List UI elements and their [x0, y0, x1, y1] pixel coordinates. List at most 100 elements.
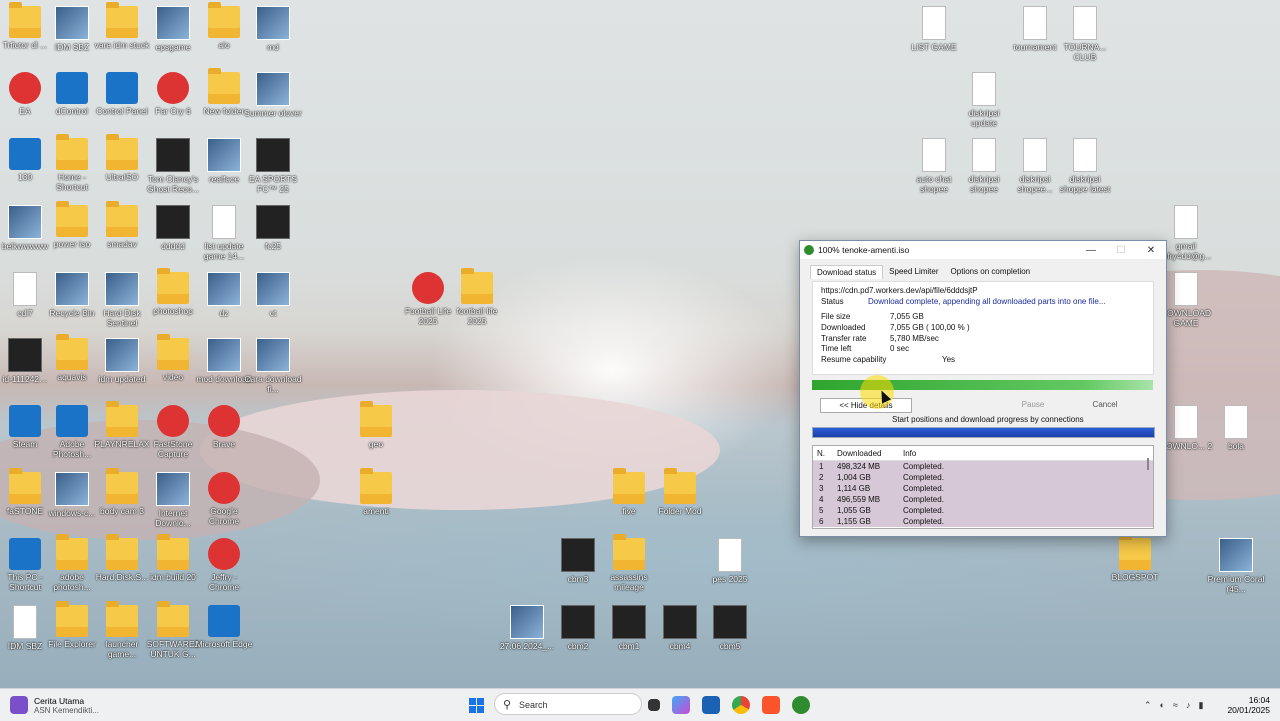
- app-icon: [207, 338, 241, 372]
- desktop-icon-label: Google Chrome: [208, 506, 240, 526]
- desktop-icon[interactable]: launcher game...: [93, 601, 151, 659]
- clock[interactable]: 16:04 20/01/2025: [1224, 689, 1270, 721]
- start-button[interactable]: [469, 689, 484, 721]
- desktop-icon[interactable]: geo: [347, 401, 405, 449]
- desktop-icon[interactable]: five: [600, 468, 658, 516]
- pause-button[interactable]: Pause: [1000, 398, 1066, 411]
- desktop-icon[interactable]: ct: [244, 272, 302, 318]
- desktop-icon[interactable]: SOFTWARE2 UNTUK G...: [144, 601, 202, 659]
- folder-icon: [208, 68, 240, 104]
- desktop-icon[interactable]: Internet Downlo...: [144, 472, 202, 528]
- folder-icon: [613, 468, 645, 504]
- desktop-icon[interactable]: PLAYNRELAX: [93, 401, 151, 449]
- desktop-icon[interactable]: smadav: [93, 201, 151, 249]
- status-panel: https://cdn.pd7.workers.dev/api/file/6dd…: [812, 281, 1154, 375]
- desktop-icon[interactable]: TOURNA... CLUB: [1056, 6, 1114, 62]
- desktop-icon[interactable]: idm updated: [93, 338, 151, 384]
- desktop-icon[interactable]: cbm2: [549, 605, 607, 651]
- desktop-icon[interactable]: Cara download fi...: [244, 338, 302, 394]
- desktop-icon[interactable]: LIST GAME: [905, 6, 963, 52]
- desktop-icon[interactable]: idm build 20: [144, 534, 202, 582]
- desktop-icon[interactable]: fc25: [244, 205, 302, 251]
- app-icon: [256, 72, 290, 106]
- desktop-icon[interactable]: video: [144, 334, 202, 382]
- microsoft-store-icon[interactable]: [702, 696, 720, 714]
- desktop-icon[interactable]: pes 2025: [701, 538, 759, 584]
- downloaded-label: Downloaded: [821, 323, 866, 332]
- desktop-icon[interactable]: football life 2025: [448, 268, 506, 326]
- desktop-icon[interactable]: Hard Disk Sentinel: [93, 272, 151, 328]
- brave-icon[interactable]: [762, 696, 780, 714]
- table-row[interactable]: 6 1,155 GB Completed.: [813, 516, 1153, 527]
- chrome-icon[interactable]: [732, 696, 750, 714]
- desktop-icon[interactable]: photoshop: [144, 268, 202, 316]
- connections-table: N. Downloaded Info 1 498,324 MB Completed.…: [812, 445, 1154, 529]
- desktop-icon[interactable]: bola: [1207, 405, 1265, 451]
- network-icon[interactable]: ◐: [1160, 700, 1165, 710]
- download-url: https://cdn.pd7.workers.dev/api/file/6dd…: [821, 286, 978, 295]
- taskbar-search[interactable]: ⚲ Search: [494, 693, 642, 715]
- search-icon: ⚲: [503, 699, 512, 711]
- document-icon: [212, 205, 236, 239]
- desktop-icon[interactable]: Folder Mod: [651, 468, 709, 516]
- idm-taskbar-icon[interactable]: [792, 696, 810, 714]
- desktop-icon[interactable]: amenti: [347, 468, 405, 516]
- app-icon: [208, 538, 240, 570]
- copilot-icon[interactable]: [672, 696, 690, 714]
- desktop-icon[interactable]: Control Panel: [93, 72, 151, 116]
- desktop-icon[interactable]: cbm3: [549, 538, 607, 584]
- minimize-icon[interactable]: —: [1076, 245, 1106, 256]
- desktop-icon[interactable]: diskripsi shopee: [955, 138, 1013, 194]
- desktop-icon[interactable]: UltraISO: [93, 134, 151, 182]
- table-row[interactable]: 2 1,004 GB Completed.: [813, 472, 1153, 483]
- chevron-up-icon[interactable]: ⌃: [1144, 700, 1152, 711]
- desktop-icon[interactable]: Far Cry 6: [144, 72, 202, 116]
- tab-options-on-completion[interactable]: Options on completion: [945, 265, 1037, 279]
- desktop-icon[interactable]: diskripsi update: [955, 72, 1013, 128]
- task-view-icon[interactable]: [648, 699, 660, 711]
- desktop-icon[interactable]: body cam 3: [93, 468, 151, 516]
- desktop-icon[interactable]: cbm1: [600, 605, 658, 651]
- desktop-icon[interactable]: Premium Coral (45...: [1207, 538, 1265, 594]
- desktop-icon[interactable]: epsgame: [144, 6, 202, 52]
- desktop-icon[interactable]: ddddd: [144, 205, 202, 251]
- tab-download-status[interactable]: Download status: [810, 265, 884, 279]
- close-icon[interactable]: ✕: [1136, 245, 1166, 256]
- desktop-icon[interactable]: diskripsi shoppe latest: [1056, 138, 1114, 194]
- wifi-icon[interactable]: ≈: [1173, 700, 1178, 710]
- desktop-icon[interactable]: EA SPORTS FC™ 25: [244, 138, 302, 194]
- app-icon: [207, 138, 241, 172]
- desktop-icon-label: EA SPORTS FC™ 25: [248, 174, 298, 194]
- desktop-icon[interactable]: assassins mileage: [600, 534, 658, 592]
- desktop-icon[interactable]: Summer olover: [244, 72, 302, 118]
- transfer-rate-value: 5,780 MB/sec: [890, 334, 939, 343]
- desktop-icon[interactable]: Tom Clancy's Ghost Reco...: [144, 138, 202, 194]
- desktop-icon[interactable]: vara idm stuck: [93, 2, 151, 50]
- dialog-titlebar[interactable]: 100% tenoke-amenti.iso — ☐ ✕: [800, 241, 1166, 259]
- table-row[interactable]: 1 498,324 MB Completed.: [813, 461, 1153, 472]
- table-row[interactable]: 4 496,559 MB Completed.: [813, 494, 1153, 505]
- battery-icon[interactable]: ▮: [1198, 700, 1203, 711]
- folder-icon: [664, 468, 696, 504]
- document-icon: [1073, 138, 1097, 172]
- desktop-icon[interactable]: cbm5: [701, 605, 759, 651]
- cancel-button[interactable]: Cancel: [1072, 398, 1138, 411]
- desktop-icon[interactable]: md: [244, 6, 302, 52]
- folder-icon: [360, 401, 392, 437]
- desktop-icon[interactable]: Hard.Disk.S...: [93, 534, 151, 582]
- app-icon: [1219, 538, 1253, 572]
- desktop-icon[interactable]: BLOGSPOT: [1106, 534, 1164, 582]
- desktop-icon[interactable]: Google Chrome: [195, 472, 253, 526]
- table-row[interactable]: 3 1,114 GB Completed.: [813, 483, 1153, 494]
- desktop-icon[interactable]: Microsoft Edge: [195, 605, 253, 649]
- volume-icon[interactable]: ♪: [1186, 700, 1191, 710]
- desktop-icon[interactable]: 27.06.2024_...: [498, 605, 556, 651]
- desktop-icon[interactable]: Brave: [195, 405, 253, 449]
- desktop-icon[interactable]: FastStone Capture: [144, 405, 202, 459]
- app-icon: [8, 205, 42, 239]
- tab-speed-limiter[interactable]: Speed Limiter: [883, 265, 944, 279]
- table-scrollbar[interactable]: [1147, 458, 1149, 470]
- news-widget[interactable]: Cerita Utama ASN Kemendikti...: [10, 689, 99, 721]
- table-row[interactable]: 5 1,055 GB Completed.: [813, 505, 1153, 516]
- desktop-icon[interactable]: Jeffry - Chrome: [195, 538, 253, 592]
